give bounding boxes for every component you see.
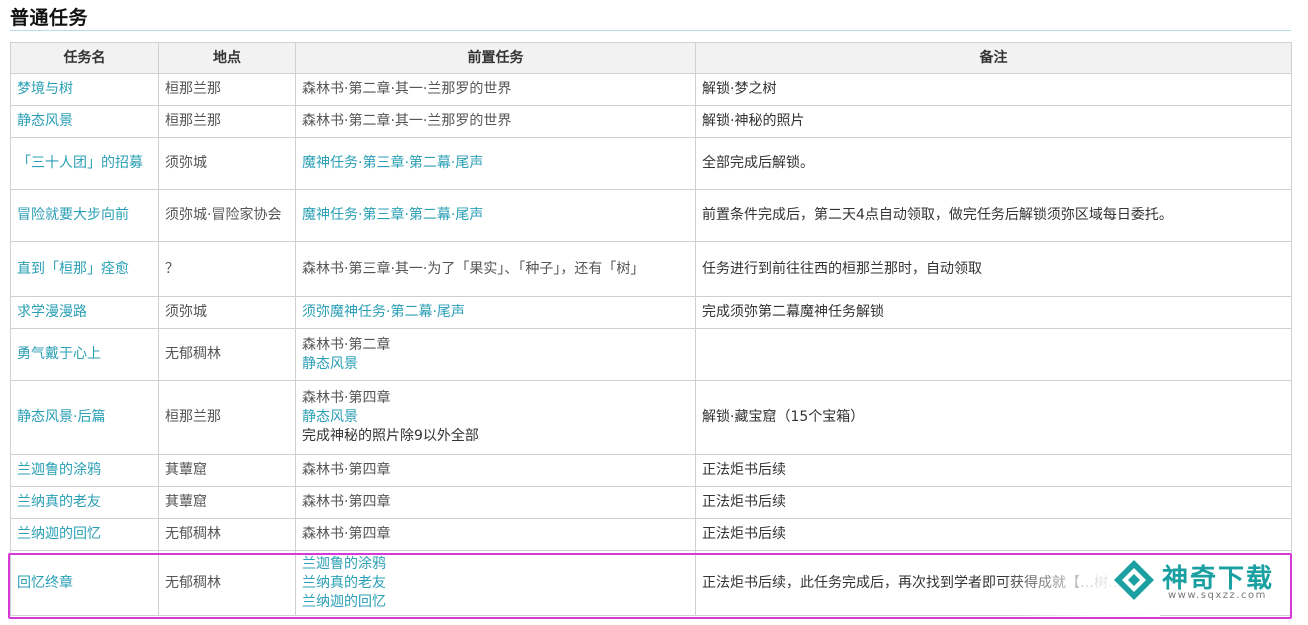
location-cell: 须弥城·冒险家协会 — [158, 189, 296, 242]
quest-link[interactable]: 求学漫漫路 — [17, 304, 87, 320]
note-cell: 正法炬书后续 — [695, 518, 1292, 551]
prereq-cell[interactable]: 魔神任务·第三章·第二幕·尾声 — [295, 137, 696, 190]
table-row: 直到「桓那」痊愈 ？ 森林书·第三章·其一·为了「果实」、「种子」，还有「树」 … — [10, 241, 1292, 297]
quest-link[interactable]: 梦境与树 — [17, 81, 73, 97]
location-cell: 须弥城 — [158, 296, 296, 329]
table-header-row: 任务名 地点 前置任务 备注 — [10, 42, 1292, 74]
section-title: 普通任务 — [10, 7, 89, 29]
location-cell: 桓那兰那 — [158, 105, 296, 138]
location-cell: 萁蕈窟 — [158, 486, 296, 519]
quest-link[interactable]: 兰纳真的老友 — [17, 494, 101, 510]
location-cell: 桓那兰那 — [158, 380, 296, 455]
quest-name-cell[interactable]: 「三十人团」的招募 — [10, 137, 159, 190]
prereq-cell: 森林书·第二章·其一·兰那罗的世界 — [295, 105, 696, 138]
note-cell: 全部完成后解锁。 — [695, 137, 1292, 190]
quest-link[interactable]: 「三十人团」的招募 — [17, 155, 143, 171]
prereq-cell: 森林书·第二章·其一·兰那罗的世界 — [295, 73, 696, 106]
location-cell: 萁蕈窟 — [158, 454, 296, 487]
prereq-link[interactable]: 静态风景 — [302, 355, 689, 374]
note-cell: 完成须弥第二幕魔神任务解锁 — [695, 296, 1292, 329]
table-row: 兰纳真的老友 萁蕈窟 森林书·第四章 正法炬书后续 — [10, 486, 1292, 519]
prereq-link[interactable]: 须弥魔神任务·第二幕·尾声 — [302, 304, 465, 320]
quest-name-cell[interactable]: 静态风景 — [10, 105, 159, 138]
table-row: 求学漫漫路 须弥城 须弥魔神任务·第二幕·尾声 完成须弥第二幕魔神任务解锁 — [10, 296, 1292, 329]
table-row: 勇气戴于心上 无郁稠林 森林书·第二章 静态风景 — [10, 328, 1292, 381]
note-cell: 解锁·藏宝窟（15个宝箱） — [695, 380, 1292, 455]
quest-link[interactable]: 回忆终章 — [17, 575, 73, 591]
quest-name-cell[interactable]: 求学漫漫路 — [10, 296, 159, 329]
quest-name-cell[interactable]: 兰迦鲁的涂鸦 — [10, 454, 159, 487]
note-cell: 前置条件完成后，第二天4点自动领取，做完任务后解锁须弥区域每日委托。 — [695, 189, 1292, 242]
quest-name-cell[interactable]: 静态风景·后篇 — [10, 380, 159, 455]
quest-name-cell[interactable]: 兰纳迦的回忆 — [10, 518, 159, 551]
quest-name-cell[interactable]: 直到「桓那」痊愈 — [10, 241, 159, 297]
header-prerequisite: 前置任务 — [295, 42, 696, 74]
prereq-link[interactable]: 兰纳迦的回忆 — [302, 593, 689, 612]
prereq-cell[interactable]: 须弥魔神任务·第二幕·尾声 — [295, 296, 696, 329]
quest-link[interactable]: 静态风景·后篇 — [17, 409, 105, 425]
quest-link[interactable]: 静态风景 — [17, 113, 73, 129]
quest-link[interactable]: 冒险就要大步向前 — [17, 207, 129, 223]
quest-link[interactable]: 兰纳迦的回忆 — [17, 526, 101, 542]
quest-link[interactable]: 直到「桓那」痊愈 — [17, 261, 129, 277]
quest-table: 任务名 地点 前置任务 备注 梦境与树 桓那兰那 森林书·第二章·其一·兰那罗的… — [10, 42, 1292, 616]
prereq-link[interactable]: 魔神任务·第三章·第二幕·尾声 — [302, 155, 483, 171]
table-row-highlighted: 回忆终章 无郁稠林 兰迦鲁的涂鸦 兰纳真的老友 兰纳迦的回忆 正法炬书后续，此任… — [10, 550, 1292, 616]
prereq-line: 森林书·第二章 — [302, 336, 391, 353]
prereq-cell: 森林书·第四章 — [295, 518, 696, 551]
quest-link[interactable]: 兰迦鲁的涂鸦 — [17, 462, 101, 478]
location-cell: 无郁稠林 — [158, 518, 296, 551]
location-cell: 须弥城 — [158, 137, 296, 190]
note-cell: 任务进行到前往往西的桓那兰那时，自动领取 — [695, 241, 1292, 297]
quest-name-cell[interactable]: 梦境与树 — [10, 73, 159, 106]
prereq-line: 完成神秘的照片除9以外全部 — [302, 428, 479, 444]
table-row: 静态风景·后篇 桓那兰那 森林书·第四章 静态风景 完成神秘的照片除9以外全部 … — [10, 380, 1292, 455]
prereq-cell: 兰迦鲁的涂鸦 兰纳真的老友 兰纳迦的回忆 — [295, 550, 696, 616]
header-note: 备注 — [695, 42, 1292, 74]
prereq-cell: 森林书·第四章 — [295, 486, 696, 519]
prereq-cell: 森林书·第四章 静态风景 完成神秘的照片除9以外全部 — [295, 380, 696, 455]
table-row: 冒险就要大步向前 须弥城·冒险家协会 魔神任务·第三章·第二幕·尾声 前置条件完… — [10, 189, 1292, 242]
location-cell: 无郁稠林 — [158, 550, 296, 616]
note-cell: 解锁·神秘的照片 — [695, 105, 1292, 138]
location-cell: 桓那兰那 — [158, 73, 296, 106]
table-row: 「三十人团」的招募 须弥城 魔神任务·第三章·第二幕·尾声 全部完成后解锁。 — [10, 137, 1292, 190]
table-row: 静态风景 桓那兰那 森林书·第二章·其一·兰那罗的世界 解锁·神秘的照片 — [10, 105, 1292, 138]
location-cell: ？ — [158, 241, 296, 297]
prereq-line: 森林书·第四章 — [302, 390, 391, 406]
prereq-cell: 森林书·第二章 静态风景 — [295, 328, 696, 381]
prereq-link[interactable]: 兰迦鲁的涂鸦 — [302, 555, 689, 574]
note-cell: 正法炬书后续 — [695, 454, 1292, 487]
quest-name-cell[interactable]: 勇气戴于心上 — [10, 328, 159, 381]
header-quest-name: 任务名 — [10, 42, 159, 74]
note-cell: 正法炬书后续 — [695, 486, 1292, 519]
table-row: 梦境与树 桓那兰那 森林书·第二章·其一·兰那罗的世界 解锁·梦之树 — [10, 73, 1292, 106]
quest-name-cell[interactable]: 回忆终章 — [10, 550, 159, 616]
note-cell: 正法炬书后续，此任务完成后，再次找到学者即可获得成就【…树…】 — [695, 550, 1292, 616]
location-cell: 无郁稠林 — [158, 328, 296, 381]
section-divider — [10, 30, 1291, 31]
quest-name-cell[interactable]: 冒险就要大步向前 — [10, 189, 159, 242]
prereq-link[interactable]: 魔神任务·第三章·第二幕·尾声 — [302, 207, 483, 223]
prereq-link[interactable]: 兰纳真的老友 — [302, 574, 689, 593]
quest-link[interactable]: 勇气戴于心上 — [17, 346, 101, 362]
quest-name-cell[interactable]: 兰纳真的老友 — [10, 486, 159, 519]
prereq-cell[interactable]: 魔神任务·第三章·第二幕·尾声 — [295, 189, 696, 242]
prereq-cell: 森林书·第四章 — [295, 454, 696, 487]
prereq-link[interactable]: 静态风景 — [302, 408, 689, 427]
note-cell — [695, 328, 1292, 381]
table-row: 兰纳迦的回忆 无郁稠林 森林书·第四章 正法炬书后续 — [10, 518, 1292, 551]
table-row: 兰迦鲁的涂鸦 萁蕈窟 森林书·第四章 正法炬书后续 — [10, 454, 1292, 487]
note-cell: 解锁·梦之树 — [695, 73, 1292, 106]
header-location: 地点 — [158, 42, 296, 74]
prereq-cell: 森林书·第三章·其一·为了「果实」、「种子」，还有「树」 — [295, 241, 696, 297]
